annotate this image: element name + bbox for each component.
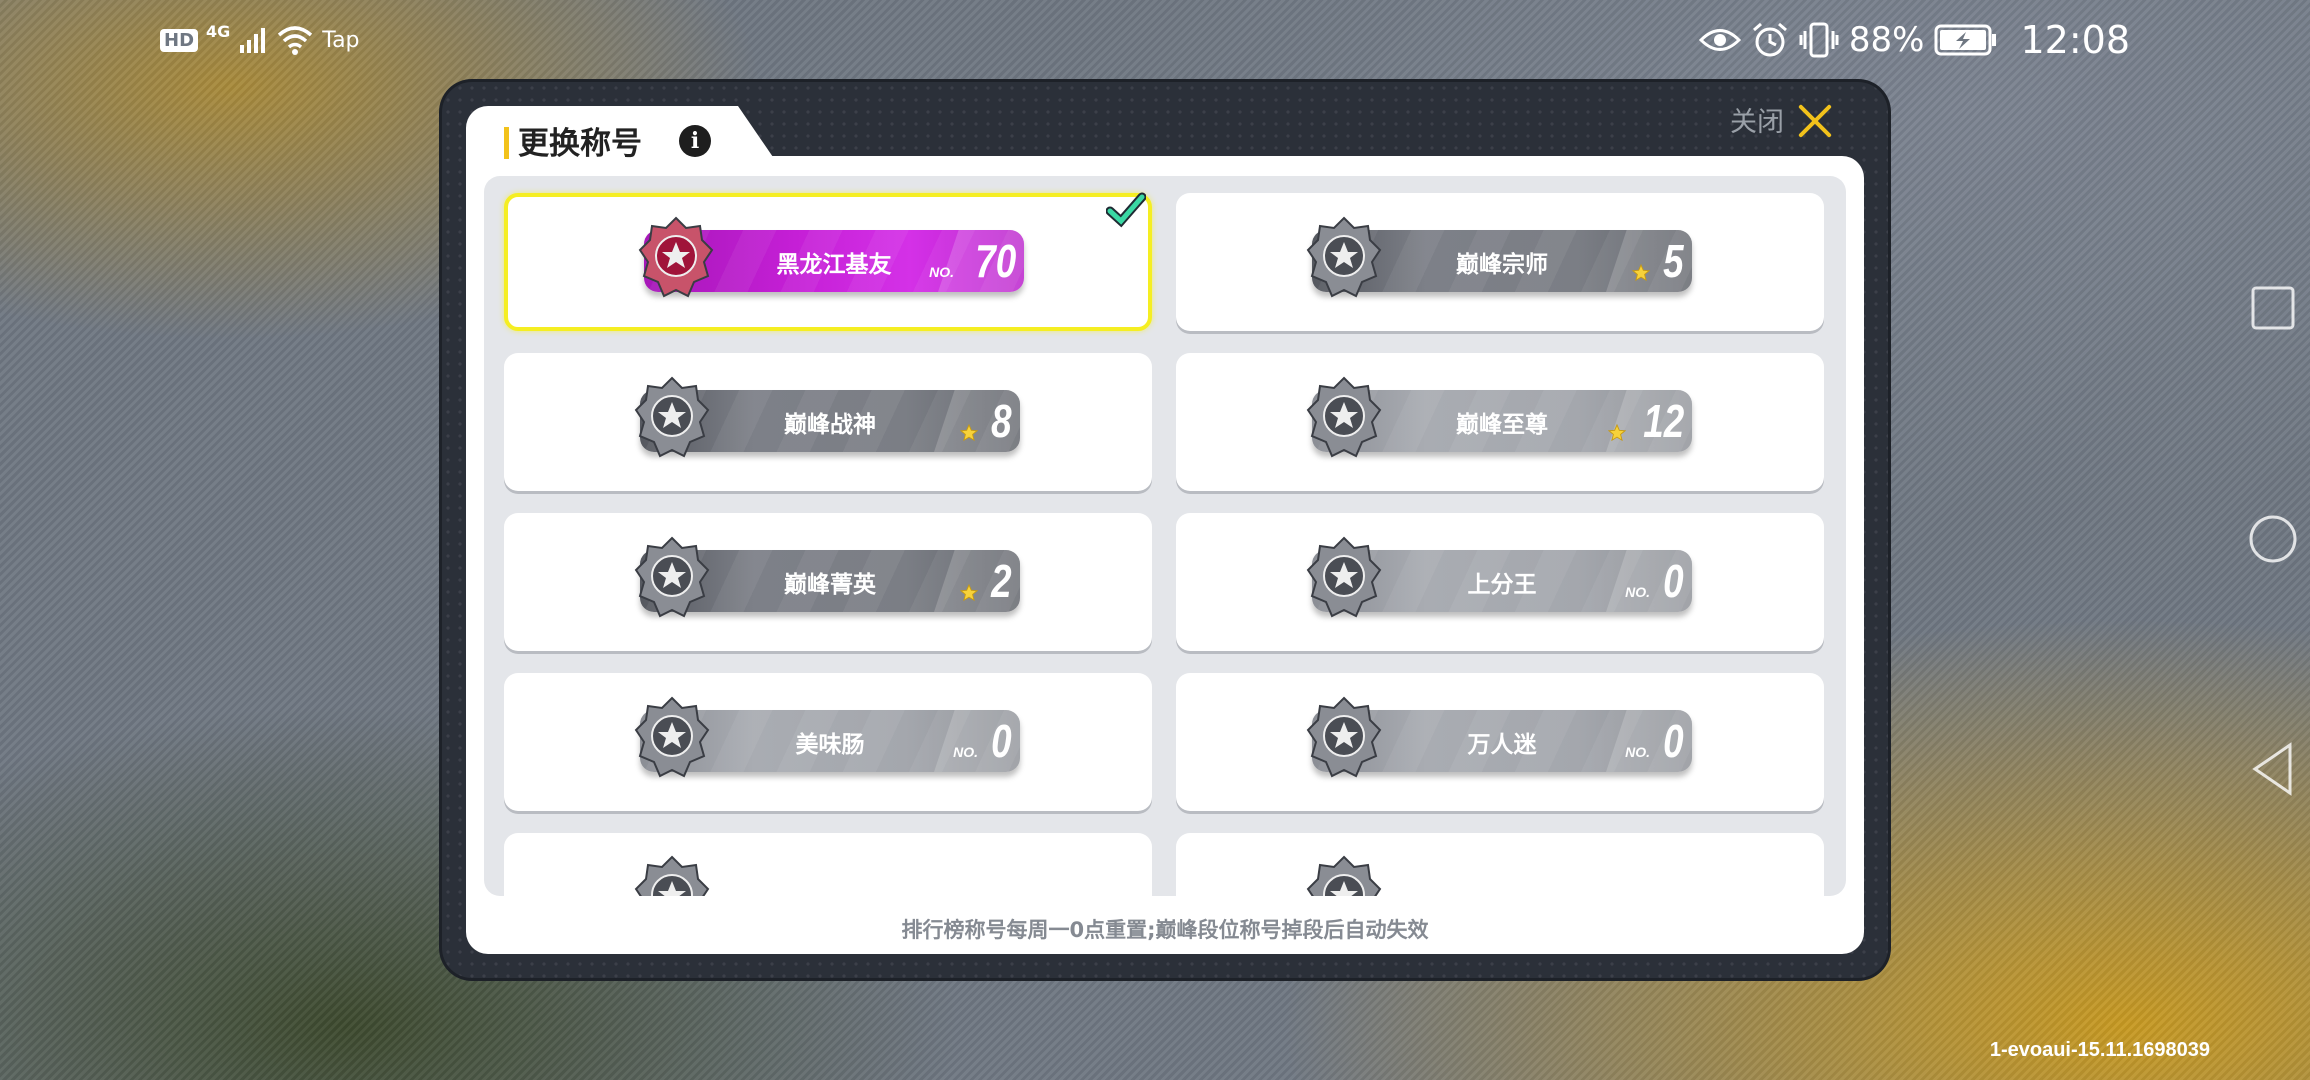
battery-percent: 88% bbox=[1848, 20, 1925, 60]
title-rank-value: 2 bbox=[991, 555, 1012, 607]
rank-prefix: NO. bbox=[953, 744, 978, 760]
title-plate: 巅峰战神 8 bbox=[634, 376, 1020, 458]
home-button[interactable] bbox=[2248, 514, 2298, 564]
title-plate: 美味肠 NO. 0 bbox=[634, 696, 1020, 778]
title-emblem-icon bbox=[634, 376, 710, 462]
back-button[interactable] bbox=[2250, 742, 2296, 796]
navigation-bar bbox=[2240, 0, 2310, 1080]
title-name: 巅峰宗师 bbox=[1456, 252, 1548, 278]
rank-prefix: NO. bbox=[929, 264, 954, 280]
battery-charging-icon bbox=[1934, 24, 1997, 56]
title-plate: 巅峰宗师 5 bbox=[1306, 216, 1692, 298]
dialog-title: 更换称号 bbox=[518, 126, 642, 162]
title-emblem-icon bbox=[634, 696, 710, 782]
title-name: 巅峰战神 bbox=[784, 412, 876, 438]
title-emblem-icon bbox=[1306, 855, 1382, 896]
title-emblem-icon bbox=[1306, 376, 1382, 462]
title-rank-value: 8 bbox=[991, 395, 1012, 447]
title-name: 巅峰至尊 bbox=[1456, 412, 1548, 438]
star-icon bbox=[959, 583, 979, 602]
title-name: 黑龙江基友 bbox=[776, 252, 892, 278]
build-id: 1-evoaui-15.11.1698039 bbox=[1989, 1039, 2210, 1061]
title-emblem-icon bbox=[1306, 696, 1382, 782]
footer-note: 排行榜称号每周一0点重置;巅峰段位称号掉段后自动失效 bbox=[901, 918, 1429, 942]
tab-accent bbox=[504, 127, 509, 159]
vibrate-icon bbox=[1799, 22, 1839, 58]
tap-indicator: Tap bbox=[322, 27, 360, 53]
title-name: 万人迷 bbox=[1467, 732, 1537, 758]
title-plate: 上分王 NO. 0 bbox=[1306, 536, 1692, 618]
title-rank-value: 0 bbox=[991, 715, 1012, 767]
title-card[interactable]: 巅峰宗师 5 bbox=[1176, 193, 1824, 331]
title-plate: 巅峰至尊 12 bbox=[1306, 376, 1692, 458]
close-label: 关闭 bbox=[1730, 107, 1784, 138]
title-plate: 黑龙江基友 NO. 70 bbox=[638, 216, 1024, 298]
title-rank-value: 0 bbox=[1663, 715, 1684, 767]
title-card-partial[interactable] bbox=[1176, 833, 1824, 896]
title-emblem-icon bbox=[1306, 536, 1382, 622]
rank-prefix: NO. bbox=[1625, 744, 1650, 760]
signal-icon bbox=[240, 28, 266, 53]
title-card[interactable]: 巅峰菁英 2 bbox=[504, 513, 1152, 651]
title-card[interactable]: 万人迷 NO. 0 bbox=[1176, 673, 1824, 811]
title-rank-value: 5 bbox=[1663, 235, 1684, 287]
close-icon bbox=[1796, 101, 1834, 139]
title-card[interactable]: 巅峰至尊 12 bbox=[1176, 353, 1824, 491]
title-rank-value: 0 bbox=[1663, 555, 1684, 607]
status-bar-right: 88% 12:08 bbox=[1698, 16, 2130, 64]
title-emblem-icon bbox=[1306, 216, 1382, 302]
network-type: 4G bbox=[206, 22, 231, 41]
title-rank-value: 70 bbox=[975, 235, 1016, 287]
title-plate: 万人迷 NO. 0 bbox=[1306, 696, 1692, 778]
hd-badge: HD bbox=[160, 28, 199, 52]
eye-icon bbox=[1698, 29, 1741, 51]
star-icon bbox=[1631, 263, 1651, 282]
title-card-partial[interactable] bbox=[504, 833, 1152, 896]
title-plate: 巅峰菁英 2 bbox=[634, 536, 1020, 618]
alarm-icon bbox=[1752, 22, 1787, 57]
info-icon[interactable]: i bbox=[679, 125, 711, 157]
title-name: 美味肠 bbox=[795, 732, 865, 758]
clock: 12:08 bbox=[2020, 18, 2130, 62]
title-emblem-icon bbox=[638, 216, 714, 302]
title-card[interactable]: 巅峰战神 8 bbox=[504, 353, 1152, 491]
title-emblem-icon bbox=[634, 855, 710, 896]
rank-prefix: NO. bbox=[1625, 584, 1650, 600]
title-rank-value: 12 bbox=[1643, 395, 1684, 447]
title-list[interactable]: 黑龙江基友 NO. 70 巅峰宗师 5 巅峰战神 8 巅峰至尊 12 巅峰菁英 2 上分王 N… bbox=[484, 176, 1846, 896]
title-card[interactable]: 黑龙江基友 NO. 70 bbox=[504, 192, 1152, 331]
title-emblem-icon bbox=[634, 536, 710, 622]
recent-apps-button[interactable] bbox=[2250, 285, 2296, 331]
star-icon bbox=[1607, 423, 1627, 442]
title-name: 巅峰菁英 bbox=[784, 572, 876, 598]
title-card[interactable]: 上分王 NO. 0 bbox=[1176, 513, 1824, 651]
status-bar-left: HD 4G Tap bbox=[160, 20, 360, 60]
selected-check-icon bbox=[1105, 189, 1147, 229]
star-icon bbox=[959, 423, 979, 442]
wifi-icon bbox=[278, 26, 313, 55]
close-button[interactable]: 关闭 bbox=[1730, 100, 1834, 139]
title-name: 上分王 bbox=[1467, 572, 1537, 598]
title-card[interactable]: 美味肠 NO. 0 bbox=[504, 673, 1152, 811]
